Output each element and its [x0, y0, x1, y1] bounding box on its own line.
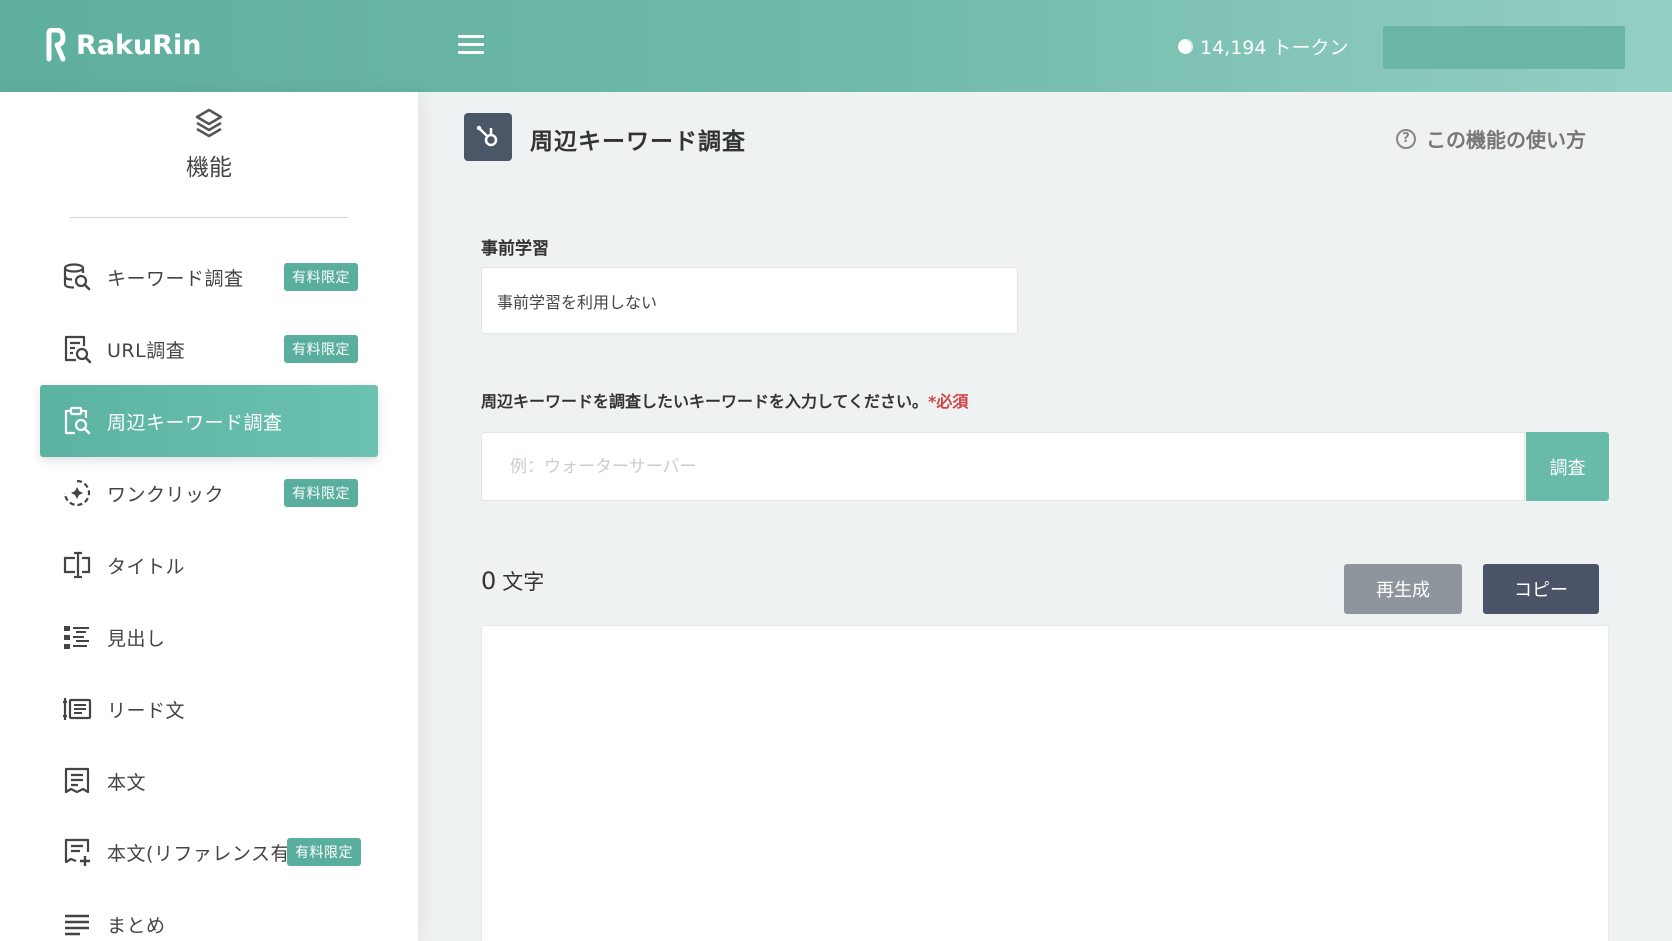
keyword-input[interactable]	[481, 432, 1525, 501]
summary-icon	[65, 914, 89, 936]
required-mark: *必須	[928, 392, 969, 411]
char-count-number: 0	[481, 567, 497, 595]
top-header: RakuRin 14,194 トークン	[0, 0, 1672, 92]
token-icon	[1178, 39, 1193, 54]
sidebar-item-label: 周辺キーワード調査	[107, 411, 283, 434]
regenerate-button[interactable]: 再生成	[1344, 564, 1462, 614]
lead-text-icon	[63, 698, 92, 720]
sidebar-item-url-research[interactable]: URL調査 有料限定	[40, 313, 378, 385]
sidebar-item-keyword-research[interactable]: キーワード調査 有料限定	[40, 241, 378, 313]
keyword-label-text: 周辺キーワードを調査したいキーワードを入力してください。	[481, 392, 929, 411]
sidebar-item-one-click[interactable]: ワンクリック 有料限定	[40, 457, 378, 529]
sidebar-item-related-keyword-research[interactable]: 周辺キーワード調査	[40, 385, 378, 457]
result-output[interactable]	[481, 625, 1609, 941]
hubspot-node-icon	[476, 125, 498, 147]
sidebar-item-title[interactable]: タイトル	[40, 529, 378, 601]
token-balance: 14,194 トークン	[1178, 33, 1349, 60]
sidebar-item-label: URL調査	[107, 339, 186, 362]
sidebar-heading-label: 機能	[186, 155, 232, 181]
body-reference-icon	[64, 838, 90, 866]
sidebar-item-summary[interactable]: まとめ	[40, 888, 378, 941]
sidebar-item-body-text[interactable]: 本文	[40, 745, 378, 817]
header-action-button[interactable]	[1383, 26, 1625, 69]
menu-toggle-icon[interactable]	[458, 35, 484, 57]
sidebar-item-label: ワンクリック	[107, 483, 225, 506]
sidebar-item-label: 本文(リファレンス有)	[107, 842, 298, 865]
char-count: 0 文字	[481, 566, 544, 596]
title-icon	[63, 551, 91, 579]
sidebar-item-headings[interactable]: 見出し	[40, 601, 378, 673]
logo-text: RakuRin	[76, 29, 202, 61]
keyword-label: 周辺キーワードを調査したいキーワードを入力してください。*必須	[481, 388, 968, 412]
question-icon: ?	[1396, 128, 1416, 149]
char-count-unit: 文字	[502, 570, 545, 594]
search-button[interactable]: 調査	[1526, 432, 1609, 501]
related-keyword-icon	[64, 406, 91, 435]
logo-icon	[46, 28, 66, 62]
sidebar-item-label: 本文	[107, 771, 147, 794]
keyword-search-icon	[63, 263, 91, 291]
paid-only-badge: 有料限定	[284, 263, 358, 291]
one-click-icon	[63, 479, 91, 507]
token-text: 14,194 トークン	[1200, 37, 1349, 59]
sidebar: 機能 キーワード調査 有料限定 URL調査 有料限定 周辺キーワード調査 ワンク…	[0, 92, 418, 941]
paid-only-badge: 有料限定	[284, 479, 358, 507]
sidebar-item-label: キーワード調査	[107, 267, 244, 290]
body-text-icon	[64, 767, 90, 794]
url-search-icon	[64, 335, 92, 364]
sidebar-divider	[70, 217, 348, 218]
howto-link[interactable]: ? この機能の使い方	[1396, 124, 1586, 153]
sidebar-item-label: まとめ	[107, 914, 166, 937]
sidebar-item-label: タイトル	[107, 555, 186, 578]
paid-only-badge: 有料限定	[287, 838, 361, 866]
sidebar-item-body-reference[interactable]: 本文(リファレンス有) 有料限定	[40, 816, 378, 888]
copy-button[interactable]: コピー	[1483, 564, 1599, 614]
sidebar-item-label: 見出し	[107, 627, 166, 650]
pretraining-label: 事前学習	[481, 239, 549, 259]
sidebar-item-label: リード文	[107, 699, 186, 722]
page-title: 周辺キーワード調査	[530, 129, 746, 155]
pretraining-select[interactable]: 事前学習を利用しない	[481, 267, 1018, 334]
sidebar-heading: 機能	[0, 106, 418, 182]
logo[interactable]: RakuRin	[44, 28, 201, 62]
headings-icon	[64, 626, 89, 649]
howto-label: この機能の使い方	[1426, 128, 1586, 152]
paid-only-badge: 有料限定	[284, 335, 358, 363]
layers-icon	[195, 108, 223, 138]
feature-icon	[464, 113, 512, 161]
sidebar-item-lead-text[interactable]: リード文	[40, 673, 378, 745]
